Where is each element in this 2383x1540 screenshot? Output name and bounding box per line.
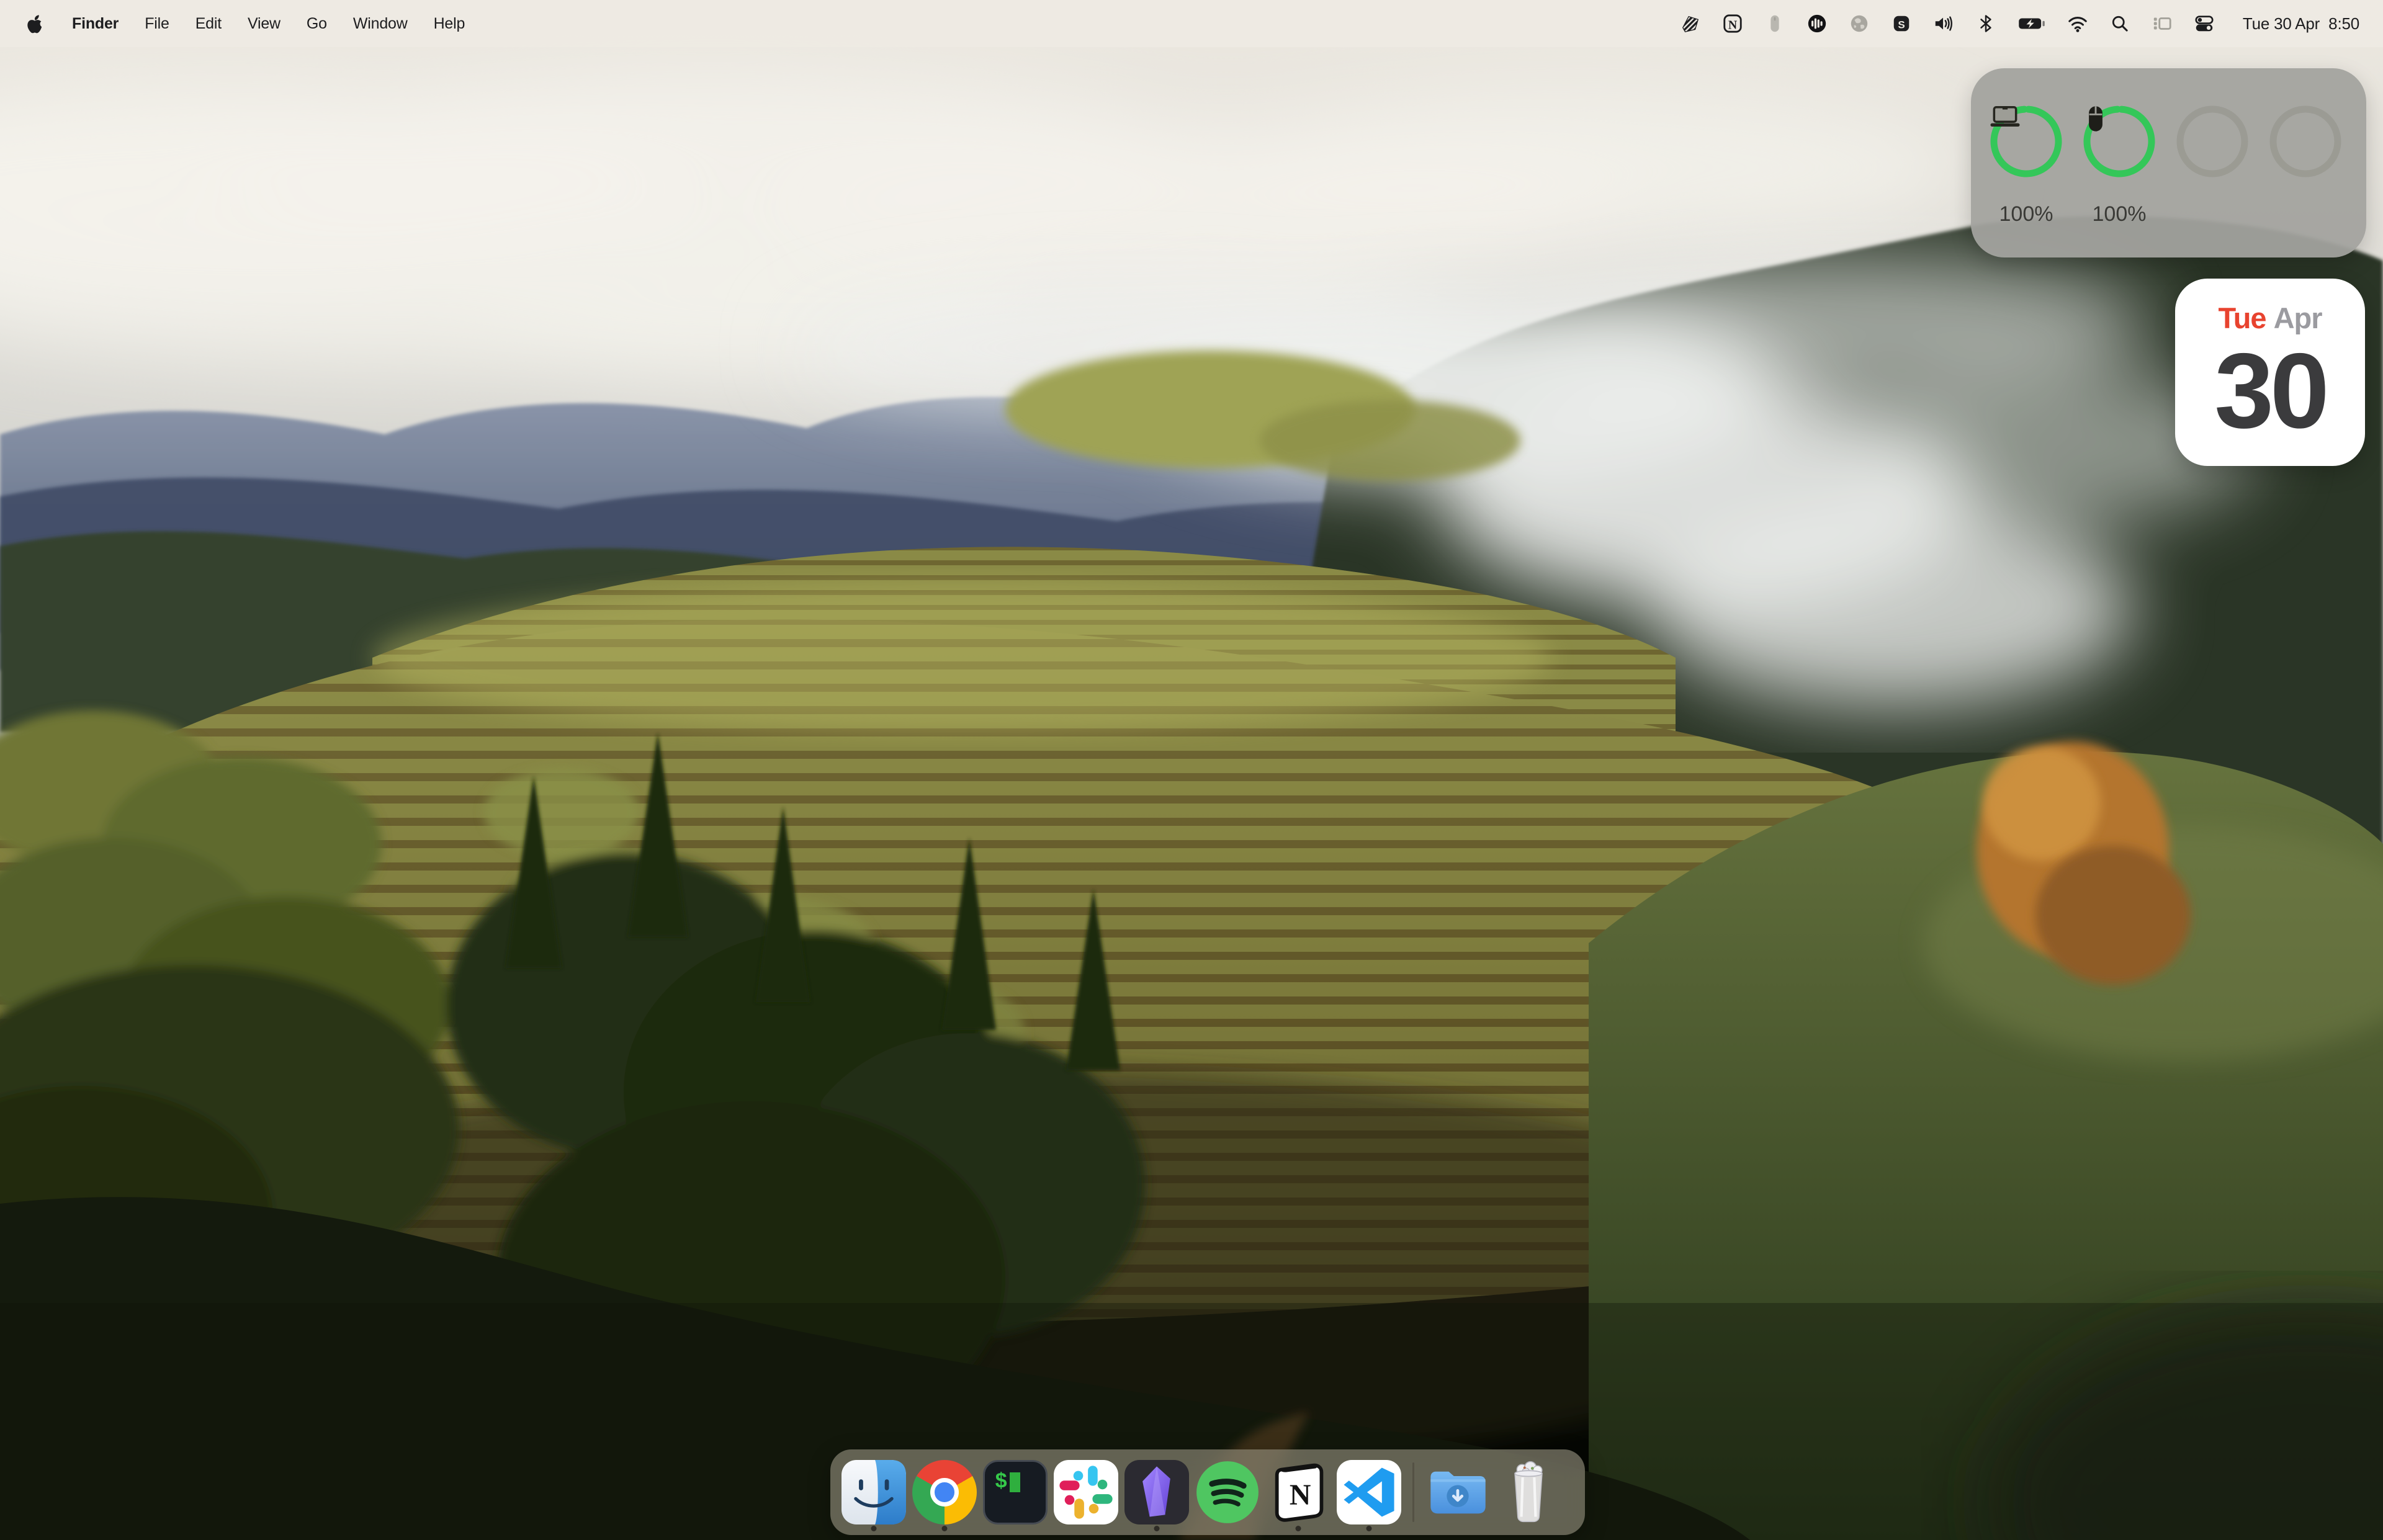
calendar-widget[interactable]: TueApr 30 [2175,279,2365,466]
menu-item-help[interactable]: Help [434,15,465,33]
app-menus: Finder File Edit View Go Window Help [24,12,465,35]
battery-ring-mouse [2082,104,2156,179]
dock-notion-icon[interactable]: N [1266,1451,1331,1533]
wifi-icon[interactable] [2067,12,2089,35]
dock-obsidian-icon[interactable] [1124,1451,1189,1533]
running-indicator [942,1526,948,1531]
running-indicator [1154,1526,1160,1531]
menu-item-file[interactable]: File [145,15,169,33]
dock: $ [830,1449,1585,1535]
dock-slack-icon[interactable] [1054,1451,1118,1533]
running-indicator [871,1526,877,1531]
dock-chrome-icon[interactable] [912,1451,977,1533]
laptop-icon [1989,104,2063,179]
dock-trash-icon[interactable] [1496,1451,1561,1533]
battery-ring-empty-2 [2268,104,2343,179]
dock-downloads-folder-icon[interactable] [1425,1451,1490,1533]
globe-icon[interactable] [1848,12,1870,35]
bluetooth-icon[interactable] [1975,12,1997,35]
battery-widget[interactable]: 100% 100% [1971,68,2366,257]
svg-text:N: N [1290,1479,1311,1511]
battery-percent-laptop: 100% [1989,202,2063,226]
mouse-battery-dim-icon[interactable] [1764,12,1786,35]
menu-item-finder[interactable]: Finder [72,15,119,33]
svg-text:S: S [1898,19,1905,31]
menu-item-view[interactable]: View [248,15,280,33]
audio-waveform-icon[interactable] [1806,12,1828,35]
running-indicator [1296,1526,1301,1531]
dock-terminal-icon[interactable]: $ [983,1451,1048,1533]
notion-status-icon[interactable]: N [1721,12,1744,35]
control-center-icon[interactable] [2193,12,2215,35]
dock-spotify-icon[interactable] [1195,1451,1260,1533]
menu-item-edit[interactable]: Edit [195,15,222,33]
battery-charging-icon[interactable] [2017,12,2047,35]
battery-ring-laptop [1989,104,2063,179]
mouse-icon [2082,104,2156,179]
volume-icon[interactable] [1932,12,1955,35]
apple-menu[interactable] [24,12,46,35]
dock-finder-icon[interactable] [841,1451,906,1533]
striped-bird-icon[interactable] [1679,12,1702,35]
battery-ring-empty-1 [2175,104,2250,179]
menu-item-window[interactable]: Window [353,15,408,33]
terminal-prompt: $ [995,1472,1007,1493]
running-indicator [1367,1526,1372,1531]
calendar-header: TueApr [2175,301,2365,335]
stage-manager-dim-icon[interactable] [2151,12,2173,35]
calendar-day: 30 [2175,338,2365,444]
menu-bar: Finder File Edit View Go Window Help N [0,0,2383,47]
calendar-weekday: Tue [2218,302,2266,334]
status-menu-extras: N [1679,12,2359,35]
menu-bar-clock[interactable]: Tue 30 Apr 8:50 [2243,14,2359,34]
spotlight-icon[interactable] [2109,12,2131,35]
calendar-month: Apr [2274,302,2322,334]
slack-status-icon[interactable]: S [1890,12,1913,35]
battery-percent-mouse: 100% [2082,202,2156,226]
dock-vscode-icon[interactable] [1337,1451,1401,1533]
desktop: Finder File Edit View Go Window Help N [0,0,2383,1540]
dock-separator [1412,1462,1414,1522]
menu-item-go[interactable]: Go [307,15,327,33]
svg-text:N: N [1728,19,1738,32]
